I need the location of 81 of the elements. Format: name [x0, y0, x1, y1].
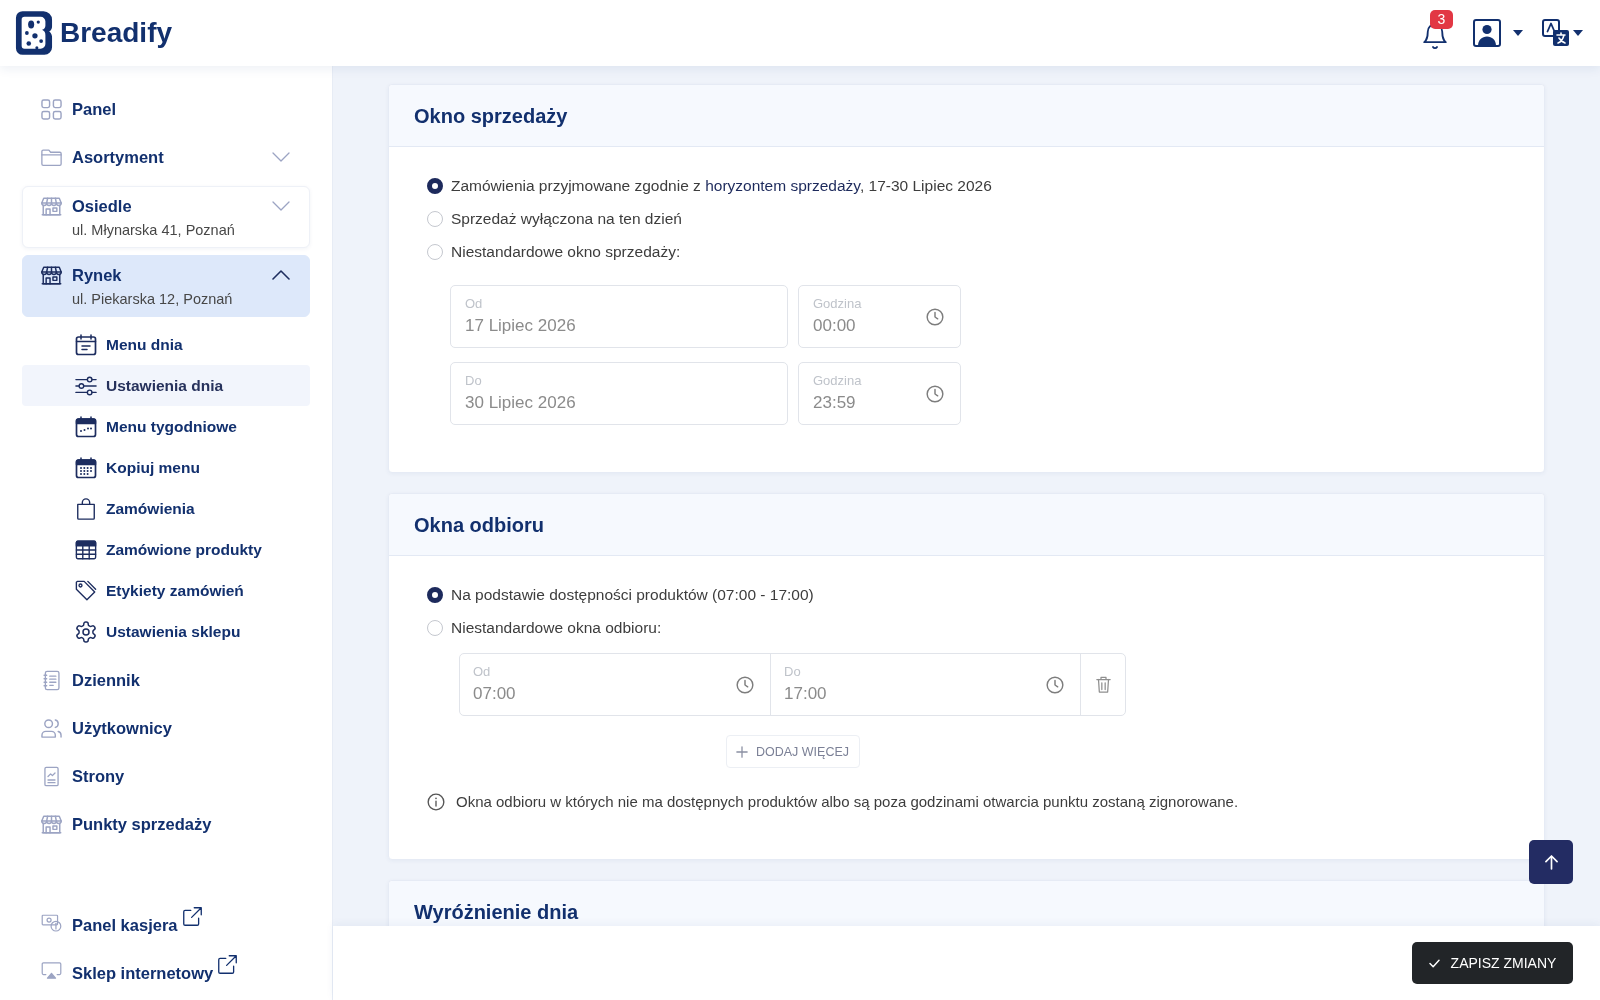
sidebar-subitem[interactable]: Ustawienia dnia [22, 365, 310, 406]
sidebar-item[interactable]: Rynek ul. Piekarska 12, Poznań [22, 255, 310, 317]
clock-icon [736, 675, 754, 694]
sidebar-subitem[interactable]: Menu tygodniowe [22, 406, 310, 447]
arrow-up-icon [1544, 854, 1558, 870]
external-link[interactable]: Panel kasjera [22, 898, 310, 946]
field-value: 17:00 [784, 683, 828, 705]
caret-icon[interactable] [1573, 30, 1583, 36]
translate-icon[interactable] [1542, 19, 1570, 47]
shop-icon [41, 265, 62, 286]
option-label: Niestandardowe okno sprzedaży: [451, 241, 681, 262]
shopping-bag-icon [75, 497, 97, 520]
section-title: Okno sprzedaży [414, 105, 568, 126]
field-label: Od [473, 664, 492, 680]
clock-icon [926, 384, 944, 403]
users-icon [41, 717, 62, 739]
calendar-icon [75, 333, 97, 356]
sidebar-item[interactable]: Użytkownicy [22, 704, 310, 752]
notebook-icon [41, 669, 62, 691]
sliders-icon [75, 374, 97, 397]
field-label: Do [784, 664, 802, 680]
sidebar-item[interactable]: Osiedle ul. Młynarska 41, Poznań [22, 186, 310, 248]
option-label: Na podstawie dostępności produktów (07:00 - 17:00) [451, 584, 814, 605]
brand-name[interactable]: Breadify [60, 17, 173, 49]
calendar-icon [75, 456, 97, 479]
sidebar-subitem[interactable]: Etykiety zamówień [22, 570, 310, 611]
trash-icon [1095, 676, 1111, 693]
sidebar-item[interactable]: Asortyment [22, 133, 310, 181]
notification-badge: 3 [1430, 9, 1453, 29]
table-icon [75, 538, 97, 561]
sidebar-subitem[interactable]: Kopiuj menu [22, 447, 310, 488]
section-title: Okna odbioru [414, 514, 544, 535]
sidebar-subitem[interactable]: Ustawienia sklepu [22, 611, 310, 652]
shop-icon [41, 813, 62, 835]
field-value: 00:00 [813, 315, 857, 337]
inline-link[interactable]: horyzontem sprzedaży [705, 176, 860, 194]
field-label: Godzina [813, 296, 863, 312]
plus-icon [735, 745, 748, 758]
settings-icon [75, 620, 97, 643]
option-label: Zamówienia przyjmowane zgodnie z horyzontem sprzedaży, 17-30 Lipiec 2026 [451, 175, 992, 196]
option-label: Niestandardowe okna odbioru: [451, 617, 662, 638]
field-value: 07:00 [473, 683, 517, 705]
option-label: Sprzedaż wyłączona na ten dzień [451, 208, 682, 229]
field-label: Od [465, 296, 484, 312]
field-label: Do [465, 373, 483, 389]
sidebar-item[interactable]: Punkty sprzedaży [22, 800, 310, 848]
sidebar-item[interactable]: Dziennik [22, 656, 310, 704]
external-link[interactable]: Sklep internetowy [22, 946, 310, 994]
monitor-icon [41, 959, 62, 981]
document-icon [41, 765, 62, 787]
save-button[interactable]: ZAPISZ ZMIANY [1412, 942, 1573, 984]
clock-icon [926, 307, 944, 326]
sidebar-item[interactable]: Panel [22, 85, 310, 133]
field-value: 23:59 [813, 392, 857, 414]
section-title: Wyróżnienie dnia [414, 901, 579, 922]
radio-button[interactable] [427, 586, 443, 603]
field-value: 17 Lipiec 2026 [465, 315, 577, 337]
chevron-up-icon[interactable] [272, 270, 290, 280]
caret-icon[interactable] [1513, 30, 1523, 36]
user-icon[interactable] [1473, 19, 1501, 47]
radio-button[interactable] [427, 177, 443, 194]
field-value: 30 Lipiec 2026 [465, 392, 577, 414]
tag-icon [75, 579, 97, 602]
sidebar-subitem[interactable]: Zamówienia [22, 488, 310, 529]
calendar-icon [75, 415, 97, 438]
info-icon [427, 793, 445, 811]
sidebar-subitem[interactable]: Zamówione produkty [22, 529, 310, 570]
info-note: Okna odbioru w których nie ma dostępnych produktów albo są poza godzinami otwarcia punktu zostaną zignorowane. [456, 792, 1239, 812]
sidebar-subitem[interactable]: Menu dnia [22, 324, 310, 365]
scroll-to-top-button[interactable] [1529, 840, 1573, 884]
external-link-icon [217, 953, 239, 975]
external-link-icon [181, 905, 203, 927]
field-label: Godzina [813, 373, 863, 389]
sidebar-item[interactable]: Strony [22, 752, 310, 800]
grid-icon [41, 98, 62, 120]
logo-icon[interactable] [15, 10, 53, 56]
clock-icon [1046, 675, 1064, 694]
check-icon [1428, 958, 1440, 968]
add-more-button[interactable]: DODAJ WIĘCEJ [725, 735, 860, 768]
shop-icon [41, 196, 62, 217]
folder-icon [41, 146, 62, 168]
